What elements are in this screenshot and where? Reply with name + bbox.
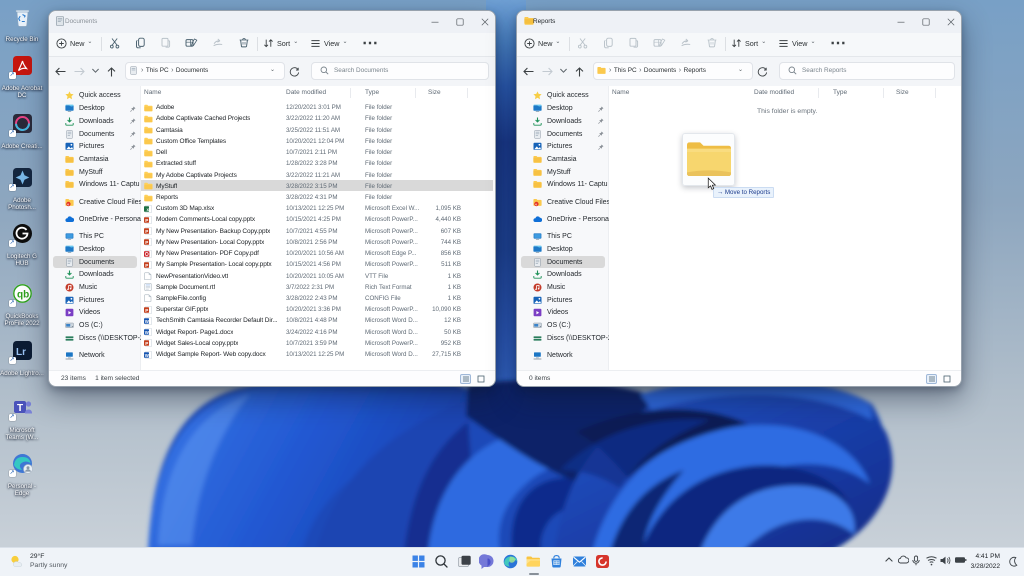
svg-text:qb: qb [17, 290, 29, 301]
svg-text:x: x [147, 206, 150, 211]
svg-text:P: P [145, 341, 148, 346]
svg-text:P: P [145, 308, 148, 313]
svg-text:P: P [145, 263, 148, 268]
svg-text:P: P [145, 240, 148, 245]
svg-text:T: T [17, 403, 23, 414]
svg-text:P: P [145, 218, 148, 223]
svg-text:P: P [145, 229, 148, 234]
svg-text:Lr: Lr [16, 347, 26, 358]
